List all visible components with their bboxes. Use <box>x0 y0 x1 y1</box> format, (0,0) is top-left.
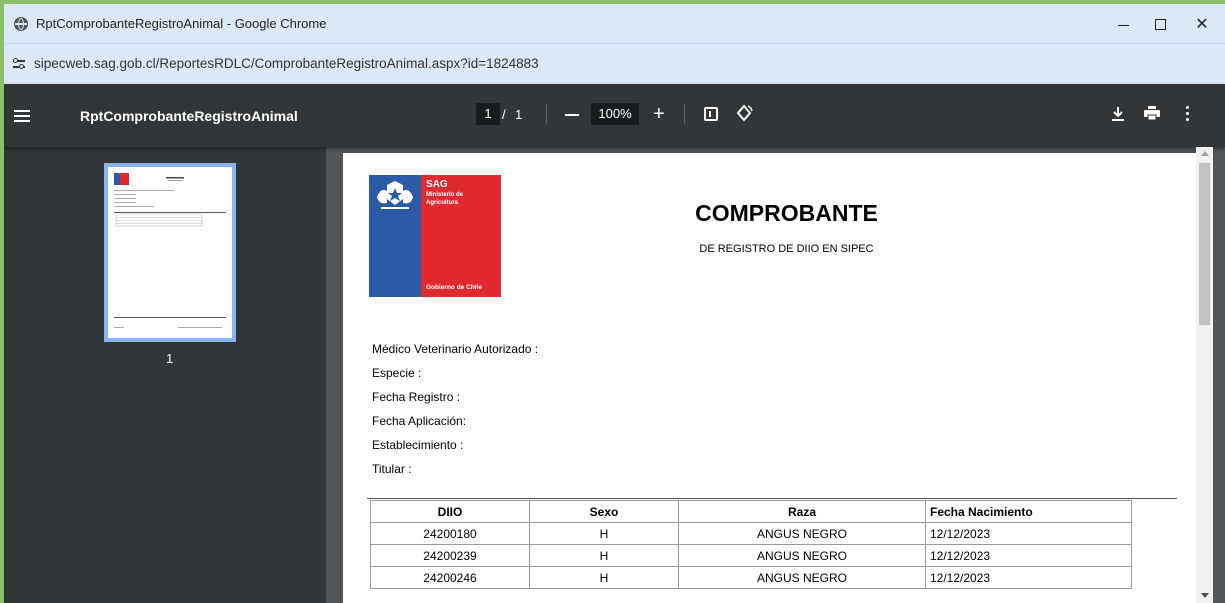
vertical-scrollbar[interactable] <box>1196 147 1213 603</box>
cell-raza: ANGUS NEGRO <box>678 522 926 545</box>
page-thumbnail[interactable] <box>104 163 236 342</box>
scroll-up-arrow-icon[interactable] <box>1201 151 1209 156</box>
logo-blue-panel <box>369 175 421 297</box>
maximize-icon <box>1154 18 1166 30</box>
field-veterinario: Médico Veterinario Autorizado : <box>372 342 539 356</box>
document-viewer[interactable]: SAG Ministerio de Agricultura Gobierno d… <box>326 147 1225 603</box>
document-heading: COMPROBANTE <box>695 200 878 226</box>
cell-raza: ANGUS NEGRO <box>678 544 926 567</box>
cell-diio: 24200180 <box>370 522 530 545</box>
cell-sexo: H <box>529 522 679 545</box>
document-subheading: DE REGISTRO DE DIIO EN SIPEC <box>699 243 874 255</box>
table-row: 24200180 H ANGUS NEGRO 12/12/2023 <box>370 522 1132 545</box>
address-bar: sipecweb.sag.gob.cl/ReportesRDLC/Comprob… <box>4 43 1225 83</box>
col-header-raza: Raza <box>678 500 926 523</box>
logo-red-panel: SAG Ministerio de Agricultura Gobierno d… <box>421 175 501 297</box>
cell-fecha-nacimiento: 12/12/2023 <box>925 544 1132 567</box>
sag-logo: SAG Ministerio de Agricultura Gobierno d… <box>369 175 501 297</box>
col-header-diio: DIIO <box>370 500 530 523</box>
thumbnail-page-number: 1 <box>166 351 174 366</box>
col-header-sexo: Sexo <box>529 500 679 523</box>
document-title: RptComprobanteRegistroAnimal <box>80 108 298 124</box>
zoom-level-input[interactable]: 100% <box>591 103 639 125</box>
field-establecimiento: Establecimiento : <box>372 438 464 452</box>
print-icon[interactable] <box>1144 106 1160 120</box>
download-icon[interactable] <box>1112 106 1124 122</box>
maximize-button[interactable] <box>1140 10 1180 38</box>
cell-sexo: H <box>529 566 679 589</box>
logo-agency: SAG <box>426 179 448 190</box>
minimize-button[interactable] <box>1103 10 1143 38</box>
url-text[interactable]: sipecweb.sag.gob.cl/ReportesRDLC/Comprob… <box>34 56 539 71</box>
logo-government: Gobierno de Chile <box>426 284 482 291</box>
cell-raza: ANGUS NEGRO <box>678 566 926 589</box>
scroll-down-arrow-icon[interactable] <box>1201 593 1209 598</box>
pdf-page: SAG Ministerio de Agricultura Gobierno d… <box>343 153 1196 603</box>
close-icon: ✕ <box>1195 16 1209 33</box>
cell-diio: 24200246 <box>370 566 530 589</box>
cell-diio: 24200239 <box>370 544 530 567</box>
menu-icon[interactable] <box>14 110 30 122</box>
toolbar-divider <box>684 104 685 124</box>
thumbnail-sidebar: 1 <box>4 147 326 603</box>
rotate-icon[interactable] <box>735 104 753 122</box>
field-especie: Especie : <box>372 366 422 380</box>
more-options-icon[interactable] <box>1186 106 1190 122</box>
page-number-input[interactable]: 1 <box>476 103 500 125</box>
window-title: RptComprobanteRegistroAnimal - Google Ch… <box>36 16 327 31</box>
minimize-icon <box>1117 24 1129 26</box>
page-total: 1 <box>515 107 523 122</box>
cell-sexo: H <box>529 544 679 567</box>
table-header-row: DIIO Sexo Raza Fecha Nacimiento <box>370 500 1132 523</box>
field-fecha-aplicacion: Fecha Aplicación: <box>372 414 467 428</box>
col-header-fecha-nacimiento: Fecha Nacimiento <box>925 500 1132 523</box>
close-button[interactable]: ✕ <box>1182 10 1222 38</box>
table-row: 24200246 H ANGUS NEGRO 12/12/2023 <box>370 566 1132 589</box>
fit-to-page-icon[interactable] <box>704 107 718 121</box>
thumbnail-preview <box>108 167 232 338</box>
table-row: 24200239 H ANGUS NEGRO 12/12/2023 <box>370 544 1132 567</box>
pdf-toolbar: RptComprobanteRegistroAnimal 1 / 1 100% … <box>4 84 1225 147</box>
zoom-out-button[interactable] <box>565 114 579 116</box>
scrollbar-thumb[interactable] <box>1199 163 1210 325</box>
table-divider <box>367 498 1177 499</box>
title-bar: RptComprobanteRegistroAnimal - Google Ch… <box>4 4 1225 43</box>
globe-icon <box>14 17 28 31</box>
animals-table: DIIO Sexo Raza Fecha Nacimiento 24200180… <box>370 500 1132 589</box>
cell-fecha-nacimiento: 12/12/2023 <box>925 522 1132 545</box>
browser-window: RptComprobanteRegistroAnimal - Google Ch… <box>4 4 1225 603</box>
toolbar-divider <box>546 104 547 124</box>
field-titular: Titular : <box>372 462 412 476</box>
zoom-in-button[interactable]: + <box>653 103 665 125</box>
cell-fecha-nacimiento: 12/12/2023 <box>925 566 1132 589</box>
site-settings-icon[interactable] <box>12 57 26 71</box>
page-separator: / <box>502 107 506 122</box>
field-fecha-registro: Fecha Registro : <box>372 390 461 404</box>
